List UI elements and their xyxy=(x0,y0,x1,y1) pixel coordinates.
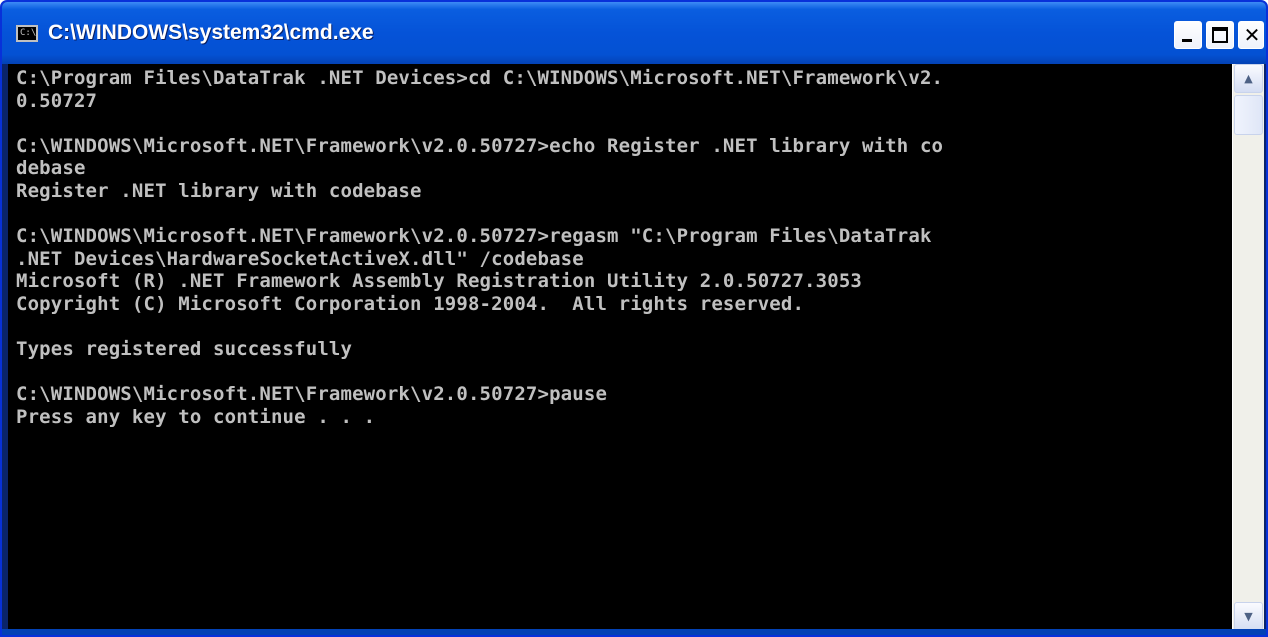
console-line: debase xyxy=(16,157,86,180)
console-line: Microsoft (R) .NET Framework Assembly Re… xyxy=(16,270,862,293)
console-line: Types registered successfully xyxy=(16,338,353,361)
minimize-icon xyxy=(1182,39,1192,42)
console-line: Press any key to continue . . . xyxy=(16,405,376,428)
cmd-window: C:\ C:\WINDOWS\system32\cmd.exe ✕ C:\Pro… xyxy=(0,0,1268,637)
maximize-icon xyxy=(1212,27,1228,43)
scroll-up-arrow-icon: ▲ xyxy=(1244,72,1253,85)
console-output[interactable]: C:\Program Files\DataTrak .NET Devices>c… xyxy=(8,64,1232,633)
console-line: C:\Program Files\DataTrak .NET Devices>c… xyxy=(16,67,944,89)
console-line: Copyright (C) Microsoft Corporation 1998… xyxy=(16,292,805,315)
console-line: 0.50727 xyxy=(16,89,98,112)
minimize-button[interactable] xyxy=(1174,21,1202,49)
title-bar[interactable]: C:\ C:\WINDOWS\system32\cmd.exe ✕ xyxy=(2,2,1266,64)
vertical-scrollbar[interactable]: ▲ ▼ xyxy=(1232,64,1264,633)
console-line: .NET Devices\HardwareSocketActiveX.dll" … xyxy=(16,247,584,270)
close-icon: ✕ xyxy=(1243,23,1261,47)
scroll-down-arrow-icon: ▼ xyxy=(1244,610,1253,623)
scroll-thumb[interactable] xyxy=(1234,95,1263,135)
close-button[interactable]: ✕ xyxy=(1238,21,1264,49)
scroll-up-button[interactable]: ▲ xyxy=(1234,64,1263,93)
window-title: C:\WINDOWS\system32\cmd.exe xyxy=(48,21,374,44)
scroll-down-button[interactable]: ▼ xyxy=(1234,602,1263,631)
cmd-console-icon[interactable]: C:\ xyxy=(16,25,38,42)
window-frame-bottom xyxy=(2,629,1266,635)
console-line: Register .NET library with codebase xyxy=(16,179,422,202)
console-line: C:\WINDOWS\Microsoft.NET\Framework\v2.0.… xyxy=(16,134,944,157)
maximize-button[interactable] xyxy=(1206,21,1234,49)
console-line: C:\WINDOWS\Microsoft.NET\Framework\v2.0.… xyxy=(16,225,932,248)
console-line: C:\WINDOWS\Microsoft.NET\Framework\v2.0.… xyxy=(16,383,608,406)
